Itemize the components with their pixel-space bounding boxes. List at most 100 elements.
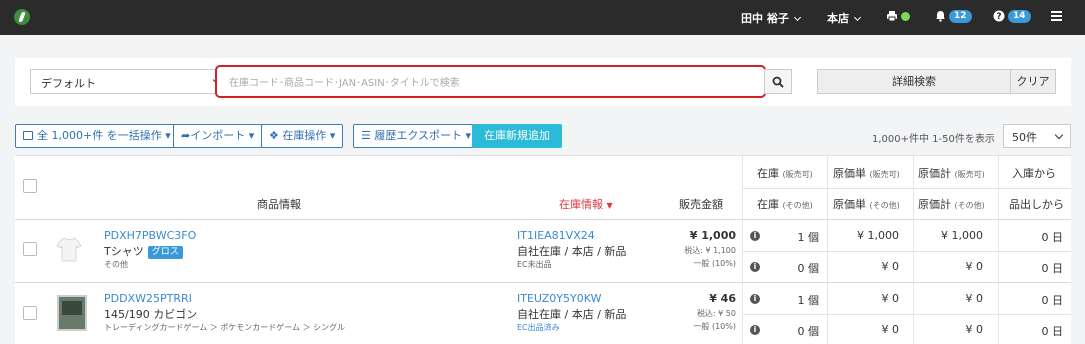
search-button[interactable]	[764, 69, 792, 94]
product-thumbnail[interactable]	[55, 235, 83, 263]
product-thumbnail[interactable]	[57, 295, 87, 331]
sellable-unit-cost: ¥ 1,000	[857, 229, 899, 242]
other-qty: 0 個	[797, 262, 820, 275]
stock-operations-button[interactable]: ❖ 在庫操作 ▾	[261, 124, 344, 148]
search-preset-select[interactable]: デフォルト	[30, 69, 229, 94]
product-name: Tシャツ グロス	[104, 243, 183, 259]
import-button[interactable]: ➦インポート ▾	[173, 124, 263, 148]
question-icon: ?	[993, 10, 1005, 22]
sellable-unit-cost: ¥ 0	[881, 292, 900, 305]
product-category: その他	[104, 260, 128, 269]
help-count-badge: 14	[1008, 9, 1031, 23]
search-panel: デフォルト 在庫コード･商品コード･JAN･ASIN･タイトルで検索 詳細検索 …	[15, 58, 1071, 106]
store-name: 本店	[827, 12, 849, 25]
row-checkbox[interactable]	[23, 242, 37, 256]
info-icon[interactable]: i	[750, 231, 760, 241]
store-menu[interactable]: 本店	[827, 10, 862, 26]
chevron-down-icon	[1054, 130, 1064, 140]
product-category: トレーディングカードゲーム ＞ ポケモンカードゲーム ＞ シングル	[104, 323, 346, 332]
product-name: 145/190 カビゴン	[104, 308, 198, 321]
days-since-out: 0 日	[1041, 325, 1064, 338]
app-logo-icon[interactable]	[14, 9, 30, 25]
list-icon: ☰	[361, 129, 371, 142]
header-sale-price: 販売金額	[679, 198, 723, 211]
notifications-button[interactable]: 12	[935, 9, 972, 23]
info-icon[interactable]: i	[750, 262, 760, 272]
help-button[interactable]: ? 14	[993, 9, 1031, 23]
add-stock-button[interactable]: 在庫新規追加	[472, 124, 562, 148]
hamburger-menu-icon[interactable]	[1051, 11, 1062, 24]
notifications-count-badge: 12	[949, 9, 972, 23]
per-page-value: 50件	[1012, 131, 1037, 144]
user-name: 田中 裕子	[741, 12, 789, 25]
sellable-total-cost: ¥ 1,000	[941, 229, 983, 242]
share-arrow-icon: ➦	[181, 129, 191, 142]
sale-price-tax: 税込: ¥ 1,100	[684, 246, 736, 255]
other-unit-cost: ¥ 0	[881, 323, 900, 336]
per-page-select[interactable]: 50件	[1003, 124, 1071, 148]
info-icon[interactable]: i	[750, 294, 760, 304]
sellable-qty: 1 個	[797, 231, 820, 244]
chevron-down-icon	[853, 13, 862, 22]
stock-code-link[interactable]: ITEUZ0Y5Y0KW	[517, 292, 601, 305]
days-since-out: 0 日	[1041, 262, 1064, 275]
header-stock-other: 在庫 (その他)	[757, 198, 813, 211]
header-product-info: 商品情報	[257, 198, 301, 211]
bell-icon	[936, 11, 945, 22]
history-export-label: 履歴エクスポート	[374, 129, 463, 142]
tag-badge: グロス	[147, 246, 183, 259]
history-export-button[interactable]: ☰ 履歴エクスポート ▾	[353, 124, 480, 148]
printer-online-icon	[901, 11, 910, 21]
advanced-search-button[interactable]: 詳細検索	[817, 69, 1011, 94]
printer-status[interactable]	[886, 9, 910, 22]
stock-table: 商品情報 在庫情報 ▼ 販売金額 在庫 (販売可) 原価単 (販売可) 原価計 …	[15, 155, 1071, 344]
header-unit-cost-other: 原価単 (その他)	[833, 198, 900, 211]
sale-price-tax: 税込: ¥ 50	[696, 309, 736, 318]
ec-status: EC出品済み	[517, 323, 560, 332]
product-sku-link[interactable]: PDDXW25PTRRI	[104, 292, 192, 305]
top-navbar: 田中 裕子 本店 12 ? 14	[0, 0, 1085, 35]
product-sku-link[interactable]: PDXH7PBWC3FO	[104, 229, 196, 242]
search-icon	[772, 76, 784, 88]
header-stock-sellable: 在庫 (販売可)	[757, 167, 813, 180]
header-since-out: 品出しから	[1009, 198, 1064, 211]
chevron-down-icon	[793, 13, 801, 22]
other-unit-cost: ¥ 0	[881, 260, 900, 273]
info-icon[interactable]: i	[750, 325, 760, 335]
search-placeholder: 在庫コード･商品コード･JAN･ASIN･タイトルで検索	[229, 78, 460, 89]
tax-rank: 一般 (10%)	[693, 259, 736, 268]
header-total-cost-other: 原価計 (その他)	[918, 198, 985, 211]
other-qty: 0 個	[797, 325, 820, 338]
stock-operations-label: 在庫操作	[282, 129, 327, 142]
stock-location: 自社在庫 / 本店 / 新品	[517, 308, 627, 321]
header-total-cost-sellable: 原価計 (販売可)	[918, 167, 985, 180]
bulk-operation-label: 全 1,000+件 を一括操作	[37, 129, 162, 142]
sale-price: ¥ 1,000	[689, 229, 736, 242]
user-menu[interactable]: 田中 裕子	[741, 10, 801, 26]
header-from-receipt: 入庫から	[1012, 167, 1056, 180]
sort-desc-icon: ▼	[606, 201, 613, 210]
sale-price: ¥ 46	[709, 292, 736, 305]
other-total-cost: ¥ 0	[965, 260, 984, 273]
pager-summary: 1,000+件中 1-50件を表示	[872, 134, 995, 145]
header-unit-cost-sellable: 原価単 (販売可)	[833, 167, 900, 180]
select-all-checkbox[interactable]	[23, 179, 37, 193]
ec-status: EC未出品	[517, 260, 552, 269]
days-from-receipt: 0 日	[1041, 294, 1064, 307]
sellable-qty: 1 個	[797, 294, 820, 307]
days-from-receipt: 0 日	[1041, 231, 1064, 244]
row-checkbox[interactable]	[23, 306, 37, 320]
stock-code-link[interactable]: IT1IEA81VX24	[517, 229, 595, 242]
search-input[interactable]: 在庫コード･商品コード･JAN･ASIN･タイトルで検索	[215, 65, 766, 98]
svg-text:?: ?	[996, 12, 1001, 22]
cubes-icon: ❖	[269, 129, 279, 142]
clear-button[interactable]: クリア	[1010, 69, 1056, 94]
bulk-operation-button[interactable]: 全 1,000+件 を一括操作 ▾	[15, 124, 179, 148]
printer-icon	[887, 11, 897, 22]
stock-location: 自社在庫 / 本店 / 新品	[517, 245, 627, 258]
tax-rank: 一般 (10%)	[693, 322, 736, 331]
import-label: インポート	[190, 129, 246, 142]
edit-icon	[23, 131, 33, 140]
header-stock-info[interactable]: 在庫情報 ▼	[559, 196, 613, 212]
other-total-cost: ¥ 0	[965, 323, 984, 336]
